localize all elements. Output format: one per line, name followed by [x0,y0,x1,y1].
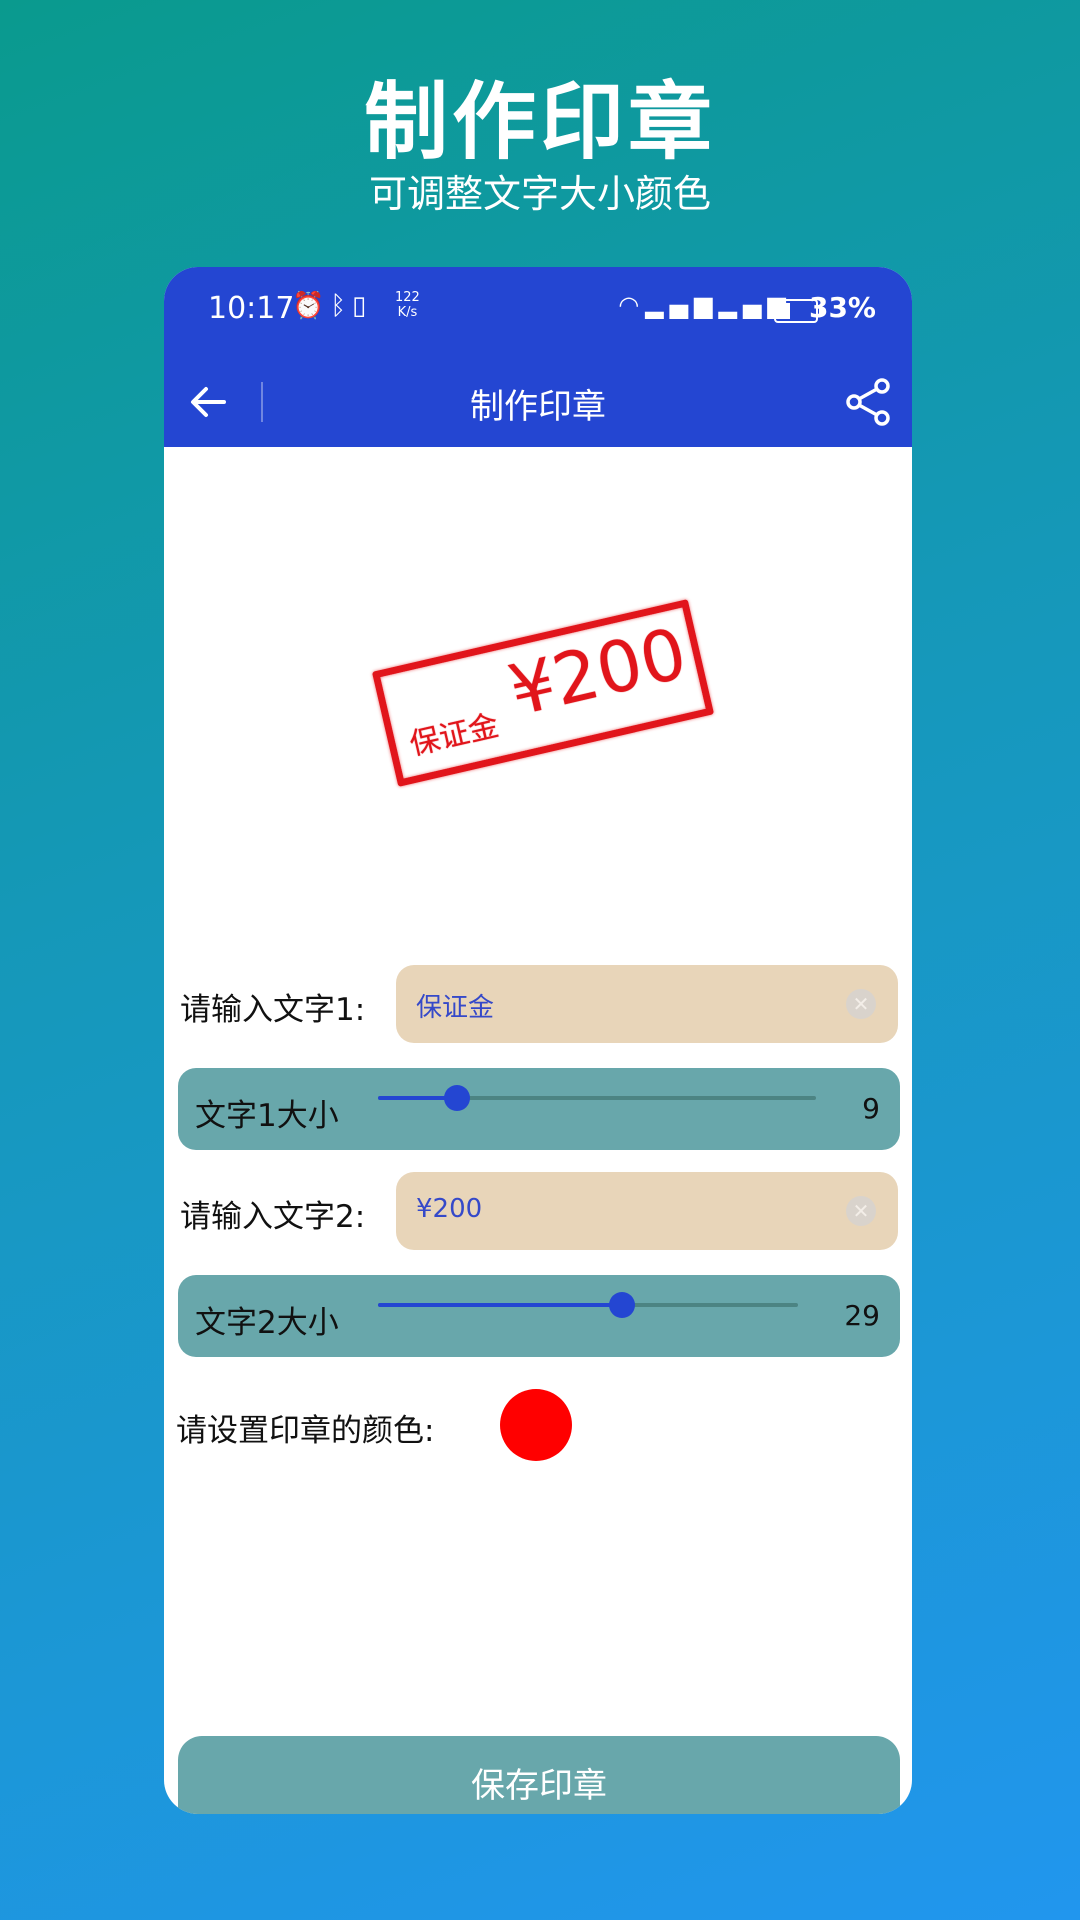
stamp-preview: 保证金 ¥200 [164,447,912,967]
clear-icon[interactable]: ✕ [846,1196,876,1226]
stamp-image: 保证金 ¥200 [371,599,715,787]
clear-icon[interactable]: ✕ [846,989,876,1019]
text1-input-value: 保证金 [416,993,495,1023]
text1-size-slider[interactable] [378,1085,816,1111]
save-stamp-button[interactable]: 保存印章 [178,1736,900,1814]
battery-percent: 33% [808,291,876,324]
text2-label: 请输入文字2: [180,1199,366,1235]
color-label: 请设置印章的颜色: [176,1413,435,1449]
status-icons-left: ⏰ᛒ▯ [292,291,372,321]
vibrate-icon: ▯ [351,291,373,321]
text2-size-slider[interactable] [378,1292,798,1318]
text2-size-row: 文字2大小 29 [178,1275,900,1357]
text1-size-value: 9 [862,1092,880,1125]
slider-thumb[interactable] [608,1292,635,1318]
status-time: 10:17 [208,291,295,326]
netspeed-unit: K/s [397,305,418,320]
text1-label: 请输入文字1: [180,992,366,1028]
promo-subtitle: 可调整文字大小颜色 [368,172,711,216]
status-bar: 10:17 ⏰ᛒ▯ 122 K/s ◠▂▄▆▂▄▆ 33% [164,267,912,357]
status-icons-right: ◠▂▄▆▂▄▆ [618,291,792,319]
battery-fill [778,303,790,319]
text2-size-label: 文字2大小 [195,1305,339,1341]
bluetooth-icon: ᛒ [330,291,352,321]
phone-screen: 10:17 ⏰ᛒ▯ 122 K/s ◠▂▄▆▂▄▆ 33% 制作印章 保证金 ¥… [164,267,912,1814]
text2-input[interactable]: ¥200 ✕ [396,1172,898,1250]
wifi-icon: ◠ [618,291,646,319]
share-icon[interactable] [842,376,894,428]
slider-thumb[interactable] [443,1085,470,1111]
stamp-text2: ¥200 [501,612,694,733]
netspeed-indicator: 122 K/s [395,290,420,320]
promo-title: 制作印章 [363,73,716,171]
text2-input-value: ¥200 [416,1194,483,1224]
text1-size-label: 文字1大小 [195,1098,339,1134]
text1-size-row: 文字1大小 9 [178,1068,900,1150]
alarm-icon: ⏰ [292,291,331,321]
text1-input[interactable]: 保证金 ✕ [396,965,898,1043]
slider-fill [378,1303,622,1307]
netspeed-value: 122 [395,290,420,305]
signal-icon: ▂▄▆ [645,291,719,319]
app-bar: 制作印章 [164,357,912,447]
text2-size-value: 29 [844,1299,880,1332]
stamp-text1: 保证金 [406,708,503,763]
color-picker-swatch[interactable] [500,1389,572,1461]
page-title: 制作印章 [470,387,606,427]
